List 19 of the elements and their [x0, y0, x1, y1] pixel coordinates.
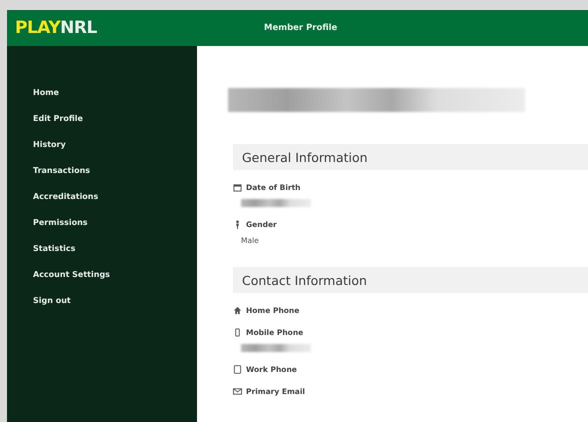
mobile-phone-icon — [233, 328, 242, 337]
sidebar-link[interactable]: History — [33, 138, 197, 151]
sidebar-link[interactable]: Transactions — [33, 164, 197, 177]
envelope-icon — [233, 387, 242, 396]
section-heading: General Information — [233, 144, 588, 170]
sidebar-link[interactable]: Account Settings — [33, 268, 197, 281]
home-icon — [233, 306, 242, 315]
section-heading: Contact Information — [233, 267, 588, 293]
sidebar-link[interactable]: Accreditations — [33, 190, 197, 203]
calendar-icon — [233, 183, 242, 192]
page-title: Member Profile — [264, 23, 338, 33]
logo[interactable]: PLAYNRL — [15, 18, 205, 38]
sidebar-link[interactable]: Statistics — [33, 242, 197, 255]
person-icon — [233, 220, 242, 229]
sidebar-link[interactable]: Permissions — [33, 216, 197, 229]
sidebar-link[interactable]: Edit Profile — [33, 112, 197, 125]
sidebar-link[interactable]: Home — [33, 86, 197, 99]
sidebar-link[interactable]: Sign out — [33, 294, 197, 307]
phone-icon — [233, 365, 242, 374]
